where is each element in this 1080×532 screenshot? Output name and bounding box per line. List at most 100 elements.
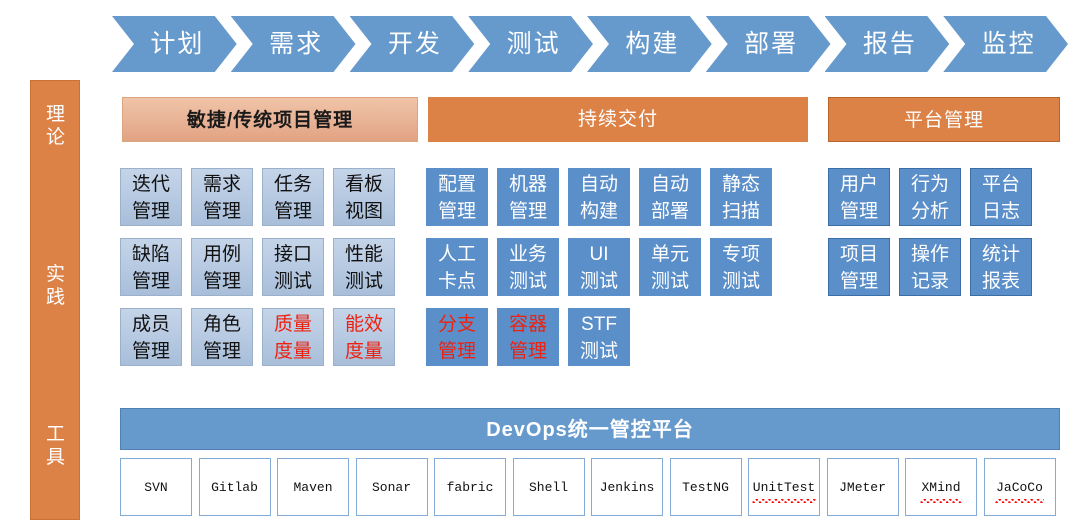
tool-box[interactable]: JMeter bbox=[826, 458, 899, 516]
practice-cell[interactable]: 角色 管理 bbox=[191, 308, 253, 366]
stage-chevron-1[interactable]: 计划 bbox=[112, 16, 237, 72]
practice-cell-label: 人工 卡点 bbox=[437, 244, 476, 292]
practice-cell[interactable]: 用户 管理 bbox=[828, 168, 890, 226]
tool-label: Gitlab bbox=[211, 480, 258, 495]
theory-band-agile: 敏捷/传统项目管理 bbox=[122, 97, 418, 142]
tool-label: SVN bbox=[144, 480, 168, 495]
practice-cell-label: 行为 分析 bbox=[910, 174, 949, 222]
practice-cell-label: 自动 部署 bbox=[650, 174, 689, 222]
practice-cell[interactable]: 业务 测试 bbox=[497, 238, 559, 296]
practice-cell[interactable]: 行为 分析 bbox=[899, 168, 961, 226]
stage-chevron-8[interactable]: 监控 bbox=[943, 16, 1068, 72]
tool-label: Jenkins bbox=[599, 480, 655, 495]
practice-cell-label: 用户 管理 bbox=[839, 174, 878, 222]
practice-cell-label: 接口 测试 bbox=[273, 244, 312, 292]
practice-cell[interactable]: 操作 记录 bbox=[899, 238, 961, 296]
practice-cell[interactable]: 分支 管理 bbox=[426, 308, 488, 366]
stage-chevron-6[interactable]: 部署 bbox=[706, 16, 831, 72]
practice-cell[interactable]: 项目 管理 bbox=[828, 238, 890, 296]
tool-box[interactable]: Sonar bbox=[355, 458, 428, 516]
practice-cell[interactable]: 性能 测试 bbox=[333, 238, 395, 296]
practice-cell[interactable]: 迭代 管理 bbox=[120, 168, 182, 226]
practice-cell[interactable]: 成员 管理 bbox=[120, 308, 182, 366]
practice-cell[interactable]: 自动 构建 bbox=[568, 168, 630, 226]
tool-box[interactable]: XMind bbox=[905, 458, 977, 516]
practice-cell[interactable]: 机器 管理 bbox=[497, 168, 559, 226]
tool-label: JaCoCo bbox=[995, 459, 1044, 517]
devops-platform-bar: DevOps统一管控平台 bbox=[120, 408, 1060, 450]
practice-cell[interactable]: 任务 管理 bbox=[262, 168, 324, 226]
practice-cell[interactable]: 静态 扫描 bbox=[710, 168, 772, 226]
practice-cell-label: 迭代 管理 bbox=[131, 174, 170, 222]
practice-cell[interactable]: 看板 视图 bbox=[333, 168, 395, 226]
practice-cell[interactable]: 专项 测试 bbox=[710, 238, 772, 296]
practice-cell[interactable]: 容器 管理 bbox=[497, 308, 559, 366]
category-sidebar: 理 论 实 践 工 具 bbox=[30, 80, 80, 520]
practice-cell-label: UI 测试 bbox=[579, 244, 618, 292]
stage-chevron-2[interactable]: 需求 bbox=[231, 16, 356, 72]
practice-cell[interactable]: 需求 管理 bbox=[191, 168, 253, 226]
tool-box[interactable]: fabric bbox=[434, 458, 506, 516]
tool-box[interactable]: JaCoCo bbox=[983, 458, 1056, 517]
practice-cell-label: 业务 测试 bbox=[508, 244, 547, 292]
practice-cell[interactable]: 平台 日志 bbox=[970, 168, 1032, 226]
practice-cell-label: 角色 管理 bbox=[202, 314, 241, 362]
practice-cell[interactable]: 配置 管理 bbox=[426, 168, 488, 226]
tool-box[interactable]: Jenkins bbox=[591, 458, 663, 516]
practice-cell-label: 平台 日志 bbox=[981, 174, 1020, 222]
practice-cell-label: 机器 管理 bbox=[508, 174, 547, 222]
practice-cell-label: 单元 测试 bbox=[650, 244, 689, 292]
tool-label: Shell bbox=[528, 480, 568, 495]
category-label-tools: 工 具 bbox=[45, 424, 66, 468]
tool-label: TestNG bbox=[682, 480, 729, 495]
theory-band-continuous-delivery: 持续交付 bbox=[428, 97, 808, 142]
practice-cell-label: 质量 度量 bbox=[273, 314, 312, 362]
practice-cell-label: 分支 管理 bbox=[437, 314, 476, 362]
tool-box[interactable]: TestNG bbox=[669, 458, 742, 516]
practice-cell[interactable]: STF 测试 bbox=[568, 308, 630, 366]
tool-box[interactable]: SVN bbox=[120, 458, 192, 516]
tool-box[interactable]: Maven bbox=[277, 458, 349, 516]
stage-chevron-7[interactable]: 报告 bbox=[825, 16, 950, 72]
practice-cell-label: 操作 记录 bbox=[910, 244, 949, 292]
stage-chevron-4[interactable]: 测试 bbox=[468, 16, 593, 72]
stage-chevron-3[interactable]: 开发 bbox=[350, 16, 475, 72]
practice-cell-label: STF 测试 bbox=[579, 314, 618, 362]
category-label-theory: 理 论 bbox=[45, 104, 66, 148]
tool-box[interactable]: UnitTest bbox=[748, 458, 820, 516]
practice-cell[interactable]: UI 测试 bbox=[568, 238, 630, 296]
tool-box[interactable]: Shell bbox=[512, 458, 585, 516]
practice-cell-label: 性能 测试 bbox=[344, 244, 383, 292]
tool-box[interactable]: Gitlab bbox=[198, 458, 271, 516]
practice-cell-label: 配置 管理 bbox=[437, 174, 476, 222]
category-label-practice: 实 践 bbox=[45, 264, 66, 308]
theory-band-platform-management: 平台管理 bbox=[828, 97, 1060, 142]
practice-cell[interactable]: 缺陷 管理 bbox=[120, 238, 182, 296]
tool-label: fabric bbox=[446, 480, 494, 495]
practice-cell[interactable]: 统计 报表 bbox=[970, 238, 1032, 296]
practice-cell[interactable]: 单元 测试 bbox=[639, 238, 701, 296]
practice-cell[interactable]: 用例 管理 bbox=[191, 238, 253, 296]
stage-chevron-5[interactable]: 构建 bbox=[587, 16, 712, 72]
practice-cell-label: 项目 管理 bbox=[839, 244, 878, 292]
practice-cell[interactable]: 接口 测试 bbox=[262, 238, 324, 296]
stage-flow: 计划 需求 开发 测试 构建 部署 报告 监控 bbox=[112, 16, 1062, 72]
practice-cell[interactable]: 质量 度量 bbox=[262, 308, 324, 366]
practice-row: 成员 管理 角色 管理 质量 度量 能效 度量 分支 管理 容器 管理 STF 测试 bbox=[120, 308, 1065, 366]
practice-cell-label: 看板 视图 bbox=[344, 174, 383, 222]
practice-cell-label: 成员 管理 bbox=[131, 314, 170, 362]
practice-cell[interactable]: 能效 度量 bbox=[333, 308, 395, 366]
practice-row: 迭代 管理 需求 管理 任务 管理 看板 视图 配置 管理 机器 管理 自动 构建 自动 部署… bbox=[120, 168, 1065, 226]
practice-cell-label: 统计 报表 bbox=[981, 244, 1020, 292]
tool-label: Maven bbox=[293, 480, 333, 495]
practice-row: 缺陷 管理 用例 管理 接口 测试 性能 测试 人工 卡点 业务 测试 UI 测试 单元 测试… bbox=[120, 238, 1065, 296]
practice-cell-label: 能效 度量 bbox=[344, 314, 383, 362]
practice-cell[interactable]: 人工 卡点 bbox=[426, 238, 488, 296]
tool-label: Sonar bbox=[371, 480, 411, 495]
tool-label: UnitTest bbox=[751, 459, 817, 517]
practice-cell-label: 缺陷 管理 bbox=[131, 244, 170, 292]
practice-cell-label: 任务 管理 bbox=[273, 174, 312, 222]
practice-cell-label: 需求 管理 bbox=[202, 174, 241, 222]
practice-cell[interactable]: 自动 部署 bbox=[639, 168, 701, 226]
tool-label: JMeter bbox=[839, 480, 886, 495]
